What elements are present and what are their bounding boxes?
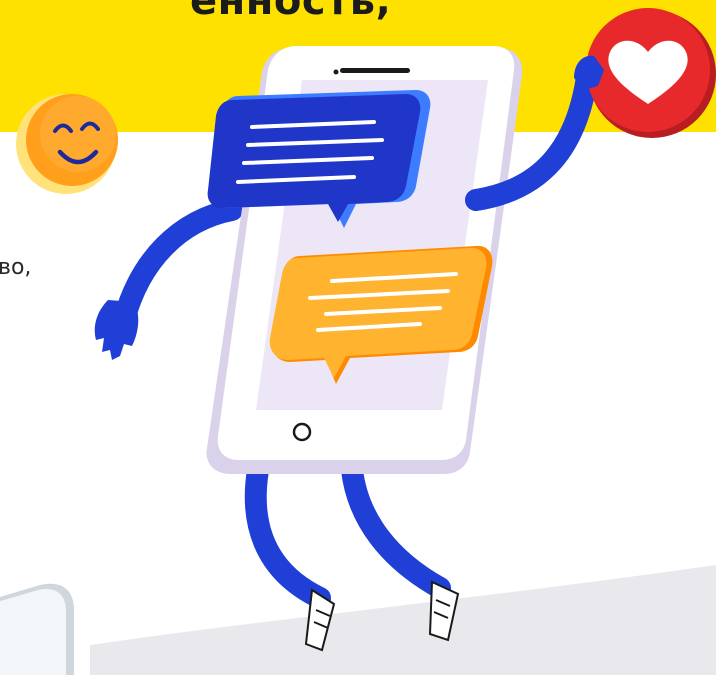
bottom-grey-shape [90,565,716,675]
left-arm [113,199,243,331]
illustration [0,8,716,675]
legs [244,459,451,609]
left-hand [94,300,139,360]
card-corner-shape [0,583,74,675]
heart-badge-icon [586,8,716,138]
smiley-emoji-icon [16,94,118,194]
